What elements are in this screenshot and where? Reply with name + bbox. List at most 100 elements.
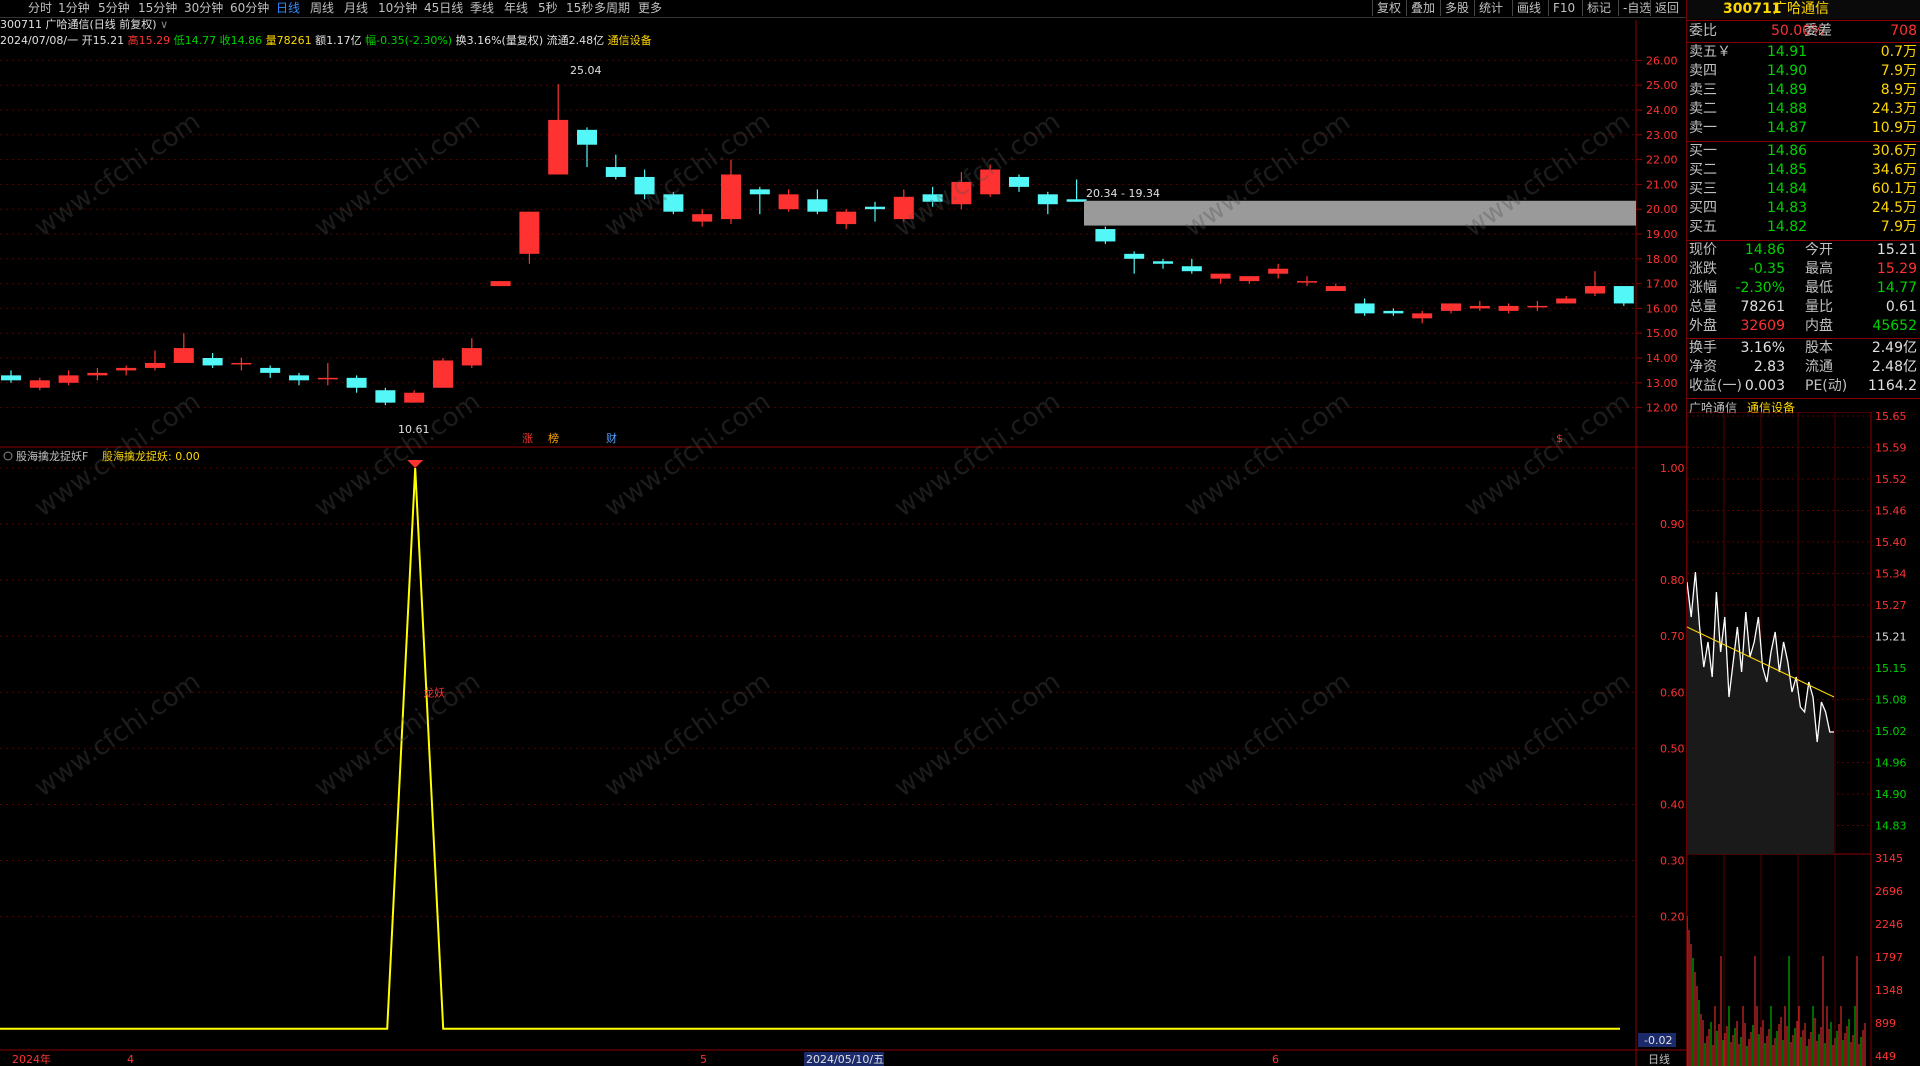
candle-body	[1095, 229, 1116, 242]
book-price: 14.89	[1767, 82, 1808, 98]
candle-body	[922, 194, 943, 202]
weicha-value: 708	[1890, 23, 1917, 39]
candle-body	[836, 211, 857, 225]
y-tick-label: 0.40	[1660, 798, 1685, 811]
mini-price-tick: 15.21	[1875, 631, 1907, 644]
y-tick-label: 25.00	[1646, 79, 1678, 92]
stat-value: 0.61	[1885, 299, 1917, 315]
stat-value: 78261	[1740, 299, 1785, 315]
book-price: 14.85	[1767, 162, 1808, 178]
y-tick-label: 24.00	[1646, 104, 1678, 117]
stat-value: 15.29	[1876, 261, 1917, 277]
mini-price-tick: 15.46	[1875, 505, 1907, 518]
book-row: 卖一 14.87 10.9万	[1687, 119, 1920, 138]
candle-body	[461, 348, 482, 366]
book-price: 14.91	[1767, 44, 1808, 60]
candle-body	[1383, 310, 1404, 314]
event-tag: 财	[606, 431, 617, 445]
stat-label: 换手	[1689, 340, 1717, 356]
mini-volume-tick: 1348	[1875, 984, 1903, 997]
book-price: 14.88	[1767, 101, 1808, 117]
mini-price-tick: 15.27	[1875, 599, 1907, 612]
stat-value: 1164.2	[1868, 378, 1917, 394]
candle-body	[865, 206, 885, 210]
y-tick-label: 0.20	[1660, 911, 1685, 924]
stat-value: 2.49亿	[1871, 340, 1917, 356]
stat-label: 现价	[1689, 242, 1717, 258]
stat-value: 2.48亿	[1871, 359, 1917, 375]
candle-body	[1498, 305, 1519, 311]
candle-body	[577, 129, 597, 145]
stat-value: 0.003	[1744, 378, 1785, 394]
signal-marker-icon	[407, 460, 424, 468]
book-row: 买一 14.86 30.6万	[1687, 142, 1920, 161]
stat-row: 涨幅 -2.30% 最低 14.77	[1687, 279, 1920, 298]
y-tick-label: 0.80	[1660, 574, 1685, 587]
stat-row: 涨跌 -0.35 最高 15.29	[1687, 260, 1920, 279]
mini-price-tick: 15.40	[1875, 536, 1907, 549]
candle-body	[202, 358, 223, 366]
candle-body	[87, 372, 108, 376]
mini-volume-tick: 449	[1875, 1050, 1896, 1063]
book-label: 买三	[1689, 181, 1717, 197]
mini-price-tick: 15.08	[1875, 694, 1907, 707]
candle-body	[260, 367, 281, 373]
book-row: 卖四 14.90 7.9万	[1687, 62, 1920, 81]
weibi-row: 委比 50.00% 委差 708	[1689, 23, 1917, 39]
candle-body	[519, 211, 540, 254]
kline-chart[interactable]: 12.00 13.00 14.00 15.00 16.00 17.00 18.00 19.00…	[0, 0, 1686, 1066]
candle-body	[1153, 261, 1173, 264]
mini-volume-tick: 3145	[1875, 852, 1903, 865]
y-tick-label: 14.00	[1646, 352, 1678, 365]
y-tick-label: 0.30	[1660, 855, 1685, 868]
candle-body	[980, 169, 1001, 195]
intraday-mini-chart[interactable]: 15.65 15.59 15.52 15.46 15.40 15.34 15.27 15.21…	[1687, 412, 1920, 1066]
y-tick-label: -0.02	[1644, 1034, 1672, 1047]
stat-label: 最高	[1805, 261, 1833, 277]
stat-label: 最低	[1805, 280, 1833, 296]
timeline-month: 6	[1272, 1053, 1279, 1066]
candle-body	[548, 119, 569, 175]
period-label: 日线	[1648, 1052, 1670, 1066]
indicator-value: 股海擒龙捉妖: 0.00	[102, 449, 200, 463]
y-tick-label: 21.00	[1646, 178, 1678, 191]
y-tick-label: 20.00	[1646, 203, 1678, 216]
stat-row: 收益(一) 0.003 PE(动) 1164.2	[1687, 377, 1920, 396]
y-tick-label: 16.00	[1646, 302, 1678, 315]
candle-body	[1, 375, 21, 381]
timeline-year: 2024年	[12, 1052, 51, 1066]
book-volume: 10.9万	[1871, 120, 1917, 136]
candle-body	[375, 390, 396, 403]
stat-label: 收益(一)	[1689, 378, 1742, 394]
candle-body	[692, 214, 713, 222]
book-volume: 0.7万	[1880, 44, 1917, 60]
book-volume: 24.5万	[1871, 200, 1917, 216]
range-box	[1084, 200, 1636, 226]
candle-body	[1441, 303, 1461, 311]
book-volume: 8.9万	[1880, 82, 1917, 98]
event-tag: 涨	[522, 432, 533, 445]
stat-label: 量比	[1805, 299, 1833, 315]
candle-body	[893, 196, 914, 220]
mini-price-tick: 15.02	[1875, 725, 1907, 738]
candle-body	[116, 367, 137, 371]
stat-value: 32609	[1740, 318, 1785, 334]
book-row: 买四 14.83 24.5万	[1687, 199, 1920, 218]
stat-label: 外盘	[1689, 318, 1717, 334]
candle-body	[778, 194, 799, 210]
quote-header: 300711 广哈通信	[1687, 0, 1920, 19]
mini-price-tick: 14.83	[1875, 820, 1907, 833]
event-tag: $	[1556, 432, 1563, 445]
candle-body	[1613, 286, 1634, 304]
candle-body	[634, 176, 655, 195]
mini-price-tick: 15.65	[1875, 412, 1907, 423]
candle-body	[145, 362, 165, 368]
mini-volume-tick: 1797	[1875, 951, 1903, 964]
mini-volume-tick: 2246	[1875, 918, 1903, 931]
candle-body	[605, 167, 626, 177]
book-label: 买五	[1689, 219, 1717, 235]
stat-value: 2.83	[1753, 359, 1785, 375]
stat-label: 内盘	[1805, 318, 1833, 334]
candle-body	[1585, 286, 1605, 294]
stat-value: 45652	[1872, 318, 1917, 334]
